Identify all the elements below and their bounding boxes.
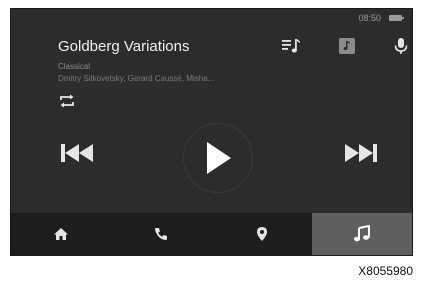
track-genre: Classical (58, 62, 91, 71)
nav-phone[interactable] (111, 213, 211, 255)
play-button[interactable] (183, 123, 253, 193)
phone-icon (155, 228, 168, 240)
nav-home[interactable] (11, 213, 111, 255)
track-title: Goldberg Variations (58, 38, 190, 55)
bottom-navigation (11, 213, 412, 255)
play-icon (207, 142, 231, 174)
repeat-icon[interactable] (58, 94, 76, 108)
skip-previous-button[interactable] (59, 142, 97, 164)
figure-code: X8055980 (358, 264, 413, 278)
playlist-icon[interactable] (280, 35, 302, 57)
microphone-icon[interactable] (390, 35, 412, 57)
clock: 08:50 (358, 13, 381, 23)
skip-next-icon (345, 144, 377, 162)
media-source-icon[interactable] (336, 35, 358, 57)
music-note-icon (353, 225, 370, 242)
home-icon (54, 228, 69, 240)
track-artists: Dmitry Sitkovetsky, Gerard Caussé, Misha… (58, 74, 215, 83)
infotainment-screen: 08:50 Goldberg Variations Classical Dmit… (10, 8, 413, 256)
nav-navigation[interactable] (212, 213, 312, 255)
map-pin-icon (256, 227, 267, 241)
skip-previous-icon (61, 144, 93, 162)
status-bar: 08:50 (358, 13, 404, 23)
battery-icon (389, 15, 404, 21)
nav-media[interactable] (311, 213, 412, 255)
skip-next-button[interactable] (341, 142, 379, 164)
